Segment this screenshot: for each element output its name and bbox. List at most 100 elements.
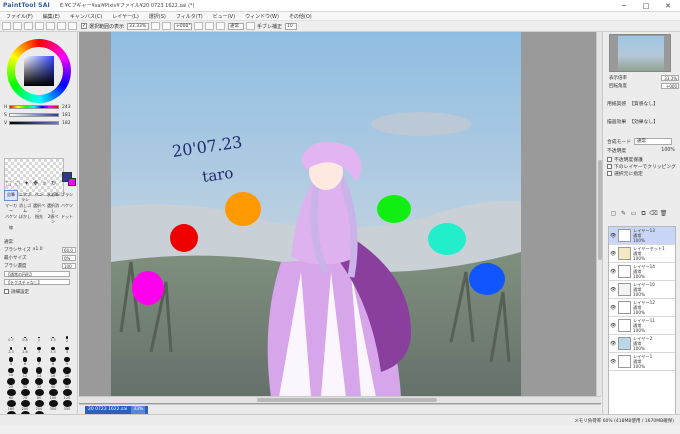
zoom-inc-button[interactable] <box>162 22 172 30</box>
hide-selection-button[interactable] <box>46 22 55 30</box>
background-color-swatch[interactable] <box>68 178 76 186</box>
paper-texture-value[interactable]: 【質感なし】 <box>629 100 658 107</box>
tool-airbrush[interactable]: エアブラシ <box>18 190 32 202</box>
move-icon[interactable]: ✥ <box>31 180 40 188</box>
eye-icon[interactable]: 👁 <box>610 233 616 239</box>
brush-size-preset[interactable]: 12 <box>18 367 32 378</box>
brush-size-preset[interactable]: 200 <box>18 400 32 411</box>
brush-size-mult[interactable]: x1.0 <box>33 247 43 252</box>
layer-blend-select[interactable]: 通常 <box>634 138 672 145</box>
menu-window[interactable]: ウィンドウ(W) <box>245 13 279 20</box>
brush-size-preset[interactable]: 60 <box>4 389 18 400</box>
detail-toggle[interactable] <box>4 289 9 294</box>
tool-watercolor[interactable]: 水彩筆 <box>46 190 60 201</box>
blend-mode-select[interactable]: 通常 <box>228 22 245 30</box>
brush-size-preset[interactable]: 6 <box>18 356 32 367</box>
new-folder-icon[interactable]: ▭ <box>629 210 638 218</box>
menu-other[interactable]: その他(O) <box>289 13 312 20</box>
rotate-left-button[interactable] <box>194 22 204 30</box>
magic-wand-icon[interactable]: ✦ <box>22 180 31 188</box>
tool-bucket[interactable]: バケツ <box>60 201 74 212</box>
opacity-value[interactable]: 100% <box>661 148 675 153</box>
brush-size-preset[interactable]: 16 <box>46 367 60 378</box>
brush-size-field[interactable]: 60.0 <box>62 246 76 253</box>
zoom-dec-button[interactable] <box>151 22 161 30</box>
brush-size-preset[interactable]: 35 <box>32 378 46 389</box>
zoom-icon[interactable]: ⌕ <box>40 180 49 188</box>
brush-size-preset[interactable]: 1 <box>32 334 46 345</box>
eye-icon[interactable]: 👁 <box>610 305 616 311</box>
brush-size-preset[interactable]: 2 <box>60 334 74 345</box>
density-field[interactable]: 100 <box>62 262 76 269</box>
horizontal-scroll-thumb[interactable] <box>257 398 437 402</box>
tool-brush[interactable]: ブラシ <box>60 190 74 201</box>
canvas-area[interactable]: 20'07.23 taro <box>79 32 601 404</box>
eye-icon[interactable]: 👁 <box>610 359 616 365</box>
stabilizer-select[interactable]: 10 <box>285 22 298 30</box>
brush-size-preset[interactable]: 70 <box>18 389 32 400</box>
eye-icon[interactable]: 👁 <box>610 287 616 293</box>
lasso-icon[interactable]: ◌ <box>13 180 22 188</box>
layer-row[interactable]: 👁 レイヤー14 通常 100% <box>609 263 675 281</box>
layer-row[interactable]: 👁 レイヤー12 通常 100% <box>609 299 675 317</box>
invert-selection-button[interactable] <box>35 22 44 30</box>
nav-zoom-field[interactable]: 33.3% <box>661 74 679 81</box>
menu-view[interactable]: ビュー(V) <box>213 13 235 20</box>
brush-size-preset[interactable]: 120 <box>60 389 74 400</box>
eye-icon[interactable]: 👁 <box>610 341 616 347</box>
eye-icon[interactable]: 👁 <box>610 251 616 257</box>
menu-layer[interactable]: レイヤー(L) <box>112 13 139 20</box>
brush-size-preset[interactable]: 250 <box>32 400 46 411</box>
brush-size-preset[interactable]: 160 <box>4 400 18 411</box>
tool-pencil[interactable]: 鉛筆 <box>4 190 18 201</box>
clear-layer-icon[interactable]: ⌫ <box>649 210 658 218</box>
tool-bucket-2[interactable]: バケツ <box>4 212 18 223</box>
select-rect-icon[interactable]: ⬚ <box>4 180 13 188</box>
brush-size-preset[interactable]: 50 <box>60 378 74 389</box>
brush-size-preset[interactable]: 3.5 <box>46 345 60 356</box>
brush-size-preset[interactable]: 0.8 <box>18 334 32 345</box>
close-button[interactable]: ✕ <box>660 0 676 12</box>
brush-size-preset[interactable]: 25 <box>4 378 18 389</box>
brush-shape-select[interactable]: 【通常の円形】 <box>4 270 70 277</box>
layer-row[interactable]: 👁 レイヤー2 通常 100% <box>609 335 675 353</box>
layer-row[interactable]: 👁 レイヤー1 通常 100% <box>609 353 675 371</box>
brush-size-preset[interactable]: 100 <box>46 389 60 400</box>
menu-edit[interactable]: 編集(E) <box>43 13 60 20</box>
brush-size-preset[interactable]: 350 <box>60 400 74 411</box>
zoom-field[interactable]: 33.33% <box>127 22 150 30</box>
mode-button[interactable] <box>246 22 256 30</box>
eye-icon[interactable]: 👁 <box>610 323 616 329</box>
flip-button[interactable] <box>216 22 226 30</box>
tool-select-pen[interactable]: 選択ペン <box>32 201 46 213</box>
tool-select-eraser[interactable]: 選択消し <box>46 201 60 213</box>
zoom-out-button[interactable] <box>68 22 77 30</box>
maximize-button[interactable]: □ <box>638 0 654 12</box>
brush-size-preset[interactable]: 0.7 <box>4 334 18 345</box>
copy-layer-icon[interactable]: ⧉ <box>639 210 648 218</box>
minimize-button[interactable]: ─ <box>616 0 632 12</box>
menu-filter[interactable]: フィルタ(T) <box>176 13 203 20</box>
brush-size-preset[interactable]: 40 <box>46 378 60 389</box>
zoom-in-button[interactable] <box>57 22 66 30</box>
angle-field[interactable]: +000° <box>174 22 193 30</box>
deselect-button[interactable] <box>24 22 33 30</box>
tool-dot[interactable]: ドット <box>60 212 74 223</box>
brush-size-preset[interactable]: 3 <box>32 345 46 356</box>
layer-row[interactable]: 👁 レイヤー10 通常 100% <box>609 281 675 299</box>
color-wheel[interactable] <box>7 39 71 103</box>
new-layer-icon[interactable]: ▢ <box>609 210 618 218</box>
tool-marker[interactable]: マーカー <box>4 201 18 213</box>
selection-visible-checkbox[interactable]: ✓ <box>81 23 87 29</box>
tool-smudge[interactable]: 指先 <box>32 212 46 223</box>
brush-size-preset[interactable]: 5 <box>4 356 18 367</box>
document-tab[interactable]: 20 0723 1622.sai 33% <box>85 405 149 414</box>
menu-file[interactable]: ファイル(F) <box>6 13 33 20</box>
delete-layer-icon[interactable]: 🗑 <box>659 210 668 218</box>
tool-eraser[interactable]: 消しゴム <box>18 201 32 213</box>
brush-mode-value[interactable]: 通常 <box>4 239 13 245</box>
protect-opacity-checkbox[interactable] <box>607 157 612 162</box>
new-linework-icon[interactable]: ✎ <box>619 210 628 218</box>
brush-size-preset[interactable]: 4 <box>60 345 74 356</box>
rotate-icon[interactable]: ↻ <box>49 180 58 188</box>
